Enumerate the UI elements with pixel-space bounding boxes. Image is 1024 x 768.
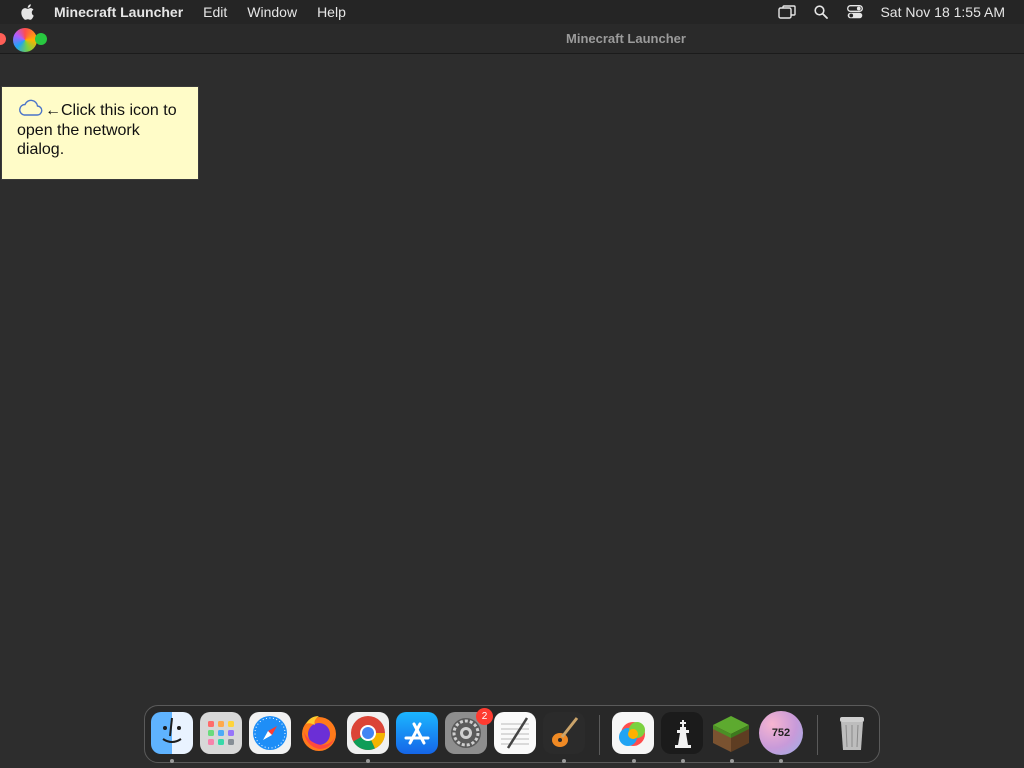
dock-running-indicator bbox=[681, 759, 685, 763]
menu-app-name[interactable]: Minecraft Launcher bbox=[54, 4, 183, 20]
menubar-status-area: Sat Nov 18 1:55 AM bbox=[778, 0, 1024, 24]
dock-chess-icon[interactable] bbox=[661, 712, 703, 754]
dock-trash-icon[interactable] bbox=[831, 712, 873, 754]
menu-window[interactable]: Window bbox=[247, 4, 297, 20]
dock-running-indicator bbox=[170, 759, 174, 763]
dock-textedit-icon[interactable] bbox=[494, 712, 536, 754]
screen-mirroring-icon[interactable] bbox=[778, 3, 797, 21]
dock-launchpad-icon[interactable] bbox=[200, 712, 242, 754]
minecraft-launcher-logo-icon bbox=[13, 28, 37, 52]
dock-system-settings-icon[interactable]: 2 bbox=[445, 708, 493, 754]
spotlight-search-icon[interactable] bbox=[812, 3, 830, 21]
network-hint-note: ←Click this icon to open the network dia… bbox=[1, 86, 199, 180]
counter-app-label: 752 bbox=[771, 727, 791, 739]
close-window-button[interactable] bbox=[0, 33, 6, 45]
cloud-icon[interactable] bbox=[17, 99, 43, 117]
control-center-icon[interactable] bbox=[846, 3, 864, 21]
dock-minecraft-icon[interactable] bbox=[710, 712, 752, 754]
dock-running-indicator bbox=[366, 759, 370, 763]
dock-app-store-icon[interactable] bbox=[396, 712, 438, 754]
dock-firefox-icon[interactable] bbox=[298, 712, 340, 754]
dock-running-indicator bbox=[779, 759, 783, 763]
dock-finder-icon[interactable] bbox=[151, 712, 193, 754]
apple-menu-icon[interactable] bbox=[18, 0, 38, 24]
menu-bar: Minecraft Launcher Edit Window Help Sat … bbox=[0, 0, 1024, 24]
notification-badge: 2 bbox=[476, 708, 493, 725]
dock: 2 752 bbox=[144, 705, 880, 763]
zoom-window-button[interactable] bbox=[35, 33, 47, 45]
dock-running-indicator bbox=[562, 759, 566, 763]
menu-edit[interactable]: Edit bbox=[203, 4, 227, 20]
dock-counter-app-icon[interactable]: 752 bbox=[759, 711, 803, 755]
dock-separator bbox=[599, 715, 600, 755]
menu-help[interactable]: Help bbox=[317, 4, 346, 20]
window-title-bar[interactable]: Minecraft Launcher bbox=[0, 24, 1024, 54]
dock-running-indicator bbox=[730, 759, 734, 763]
menubar-clock[interactable]: Sat Nov 18 1:55 AM bbox=[880, 4, 1005, 20]
dock-separator bbox=[817, 715, 818, 755]
dock-safari-icon[interactable] bbox=[249, 712, 291, 754]
dock-garageband-icon[interactable] bbox=[543, 712, 585, 754]
dock-minecraft-launcher-icon[interactable] bbox=[612, 712, 654, 754]
window-title: Minecraft Launcher bbox=[566, 31, 686, 46]
dock-running-indicator bbox=[632, 759, 636, 763]
dock-chrome-icon[interactable] bbox=[347, 712, 389, 754]
